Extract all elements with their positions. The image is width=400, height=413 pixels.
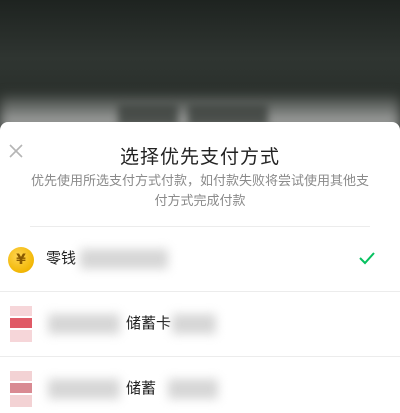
payment-method-list: ¥ 零钱 储蓄卡 储蓄	[0, 227, 400, 413]
blurred-bank-name	[48, 314, 120, 334]
blurred-balance	[80, 249, 168, 269]
payment-method-label: 零钱	[46, 249, 77, 267]
sheet-title: 选择优先支付方式	[119, 146, 280, 168]
blurred-background	[0, 0, 400, 130]
payment-method-sheet: 选择优先支付方式 优先使用所选支付方式付款，如付款失败将尝试使用其他支付方式完成…	[0, 122, 400, 413]
blurred-card-number	[172, 314, 216, 334]
payment-method-debit-card[interactable]: 储蓄	[0, 357, 400, 413]
payment-method-change[interactable]: ¥ 零钱	[0, 227, 400, 292]
payment-method-label: 储蓄卡	[126, 314, 172, 332]
blurred-card-number	[168, 379, 218, 399]
payment-method-debit-card[interactable]: 储蓄卡	[0, 292, 400, 357]
payment-method-label: 储蓄	[126, 379, 157, 397]
check-icon	[359, 252, 375, 265]
coin-icon: ¥	[8, 247, 34, 273]
bank-card-icon	[10, 371, 32, 407]
sheet-header: 选择优先支付方式	[0, 122, 400, 184]
bank-card-icon	[10, 306, 32, 342]
blurred-bank-name	[48, 379, 120, 399]
screen: 选择优先支付方式 优先使用所选支付方式付款，如付款失败将尝试使用其他支付方式完成…	[0, 0, 400, 413]
